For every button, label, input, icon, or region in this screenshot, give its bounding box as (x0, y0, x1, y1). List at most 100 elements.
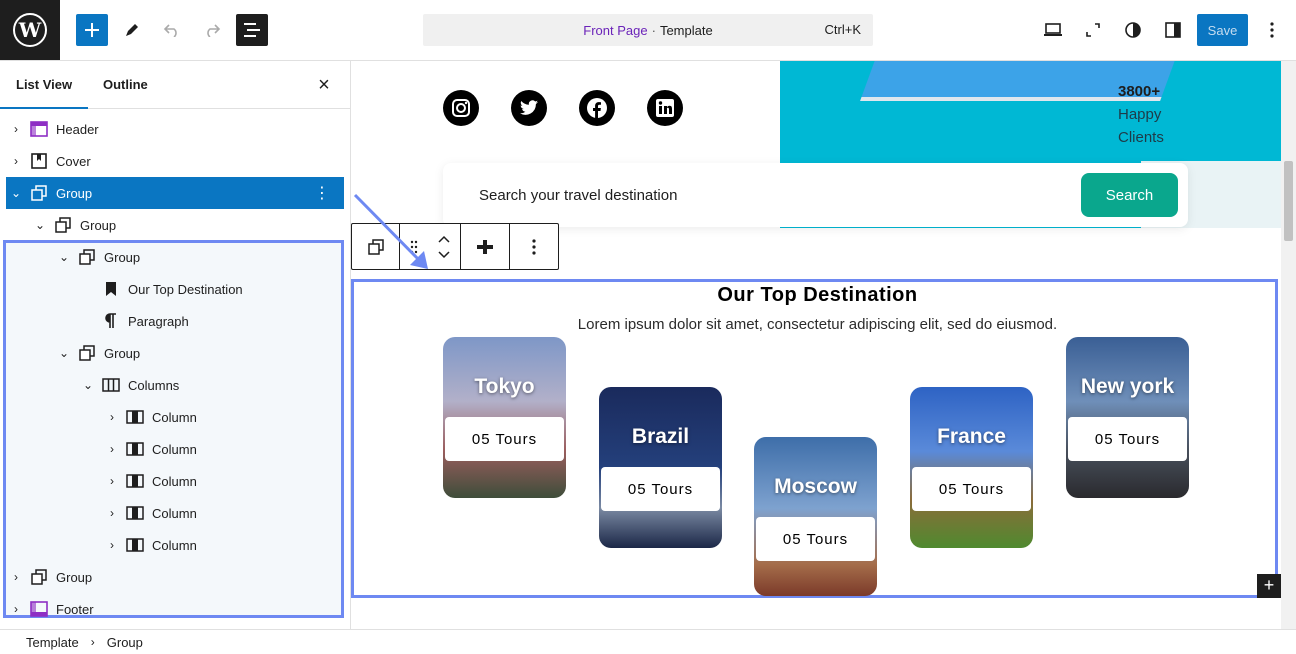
settings-sidebar-icon[interactable] (1157, 14, 1189, 46)
destination-card[interactable]: Brazil 05 Tours (599, 387, 722, 548)
add-block-button[interactable] (76, 14, 108, 46)
list-item-label: Header (56, 121, 99, 137)
instagram-icon[interactable] (443, 90, 479, 126)
title-separator: · (651, 22, 656, 38)
list-item-group[interactable]: ⌄ Group (0, 209, 350, 241)
list-item-header[interactable]: › Header (0, 113, 350, 145)
destination-card[interactable]: New york 05 Tours (1066, 337, 1189, 498)
list-item-label: Footer (56, 601, 94, 617)
facebook-icon[interactable] (579, 90, 615, 126)
paragraph-icon (102, 312, 120, 330)
list-item-group-selected[interactable]: ⌄ Group ⋮ (6, 177, 344, 209)
fullscreen-icon[interactable] (1077, 14, 1109, 46)
chevron-right-icon[interactable]: › (8, 154, 24, 168)
canvas-scrollbar[interactable] (1281, 61, 1296, 629)
column-icon (126, 504, 144, 522)
destination-card[interactable]: Moscow 05 Tours (754, 437, 877, 596)
tab-list-view[interactable]: List View (0, 61, 89, 109)
redo-icon[interactable] (196, 14, 228, 46)
template-type: Template (659, 22, 713, 38)
chevron-right-icon[interactable]: › (8, 602, 24, 616)
block-more-options-icon[interactable] (510, 224, 558, 269)
list-item-cover[interactable]: › Cover (0, 145, 350, 177)
annotation-arrow-icon (353, 193, 428, 269)
chevron-right-icon[interactable]: › (104, 506, 120, 520)
card-tours: 05 Tours (756, 517, 875, 561)
command-palette-bar[interactable]: Front Page · Template Ctrl+K (423, 14, 873, 46)
list-item-label: Column (152, 473, 197, 489)
list-item-label: Column (152, 537, 197, 553)
card-tours: 05 Tours (601, 467, 720, 511)
editor-header: W Front Page · Template Ctrl+K Save (0, 0, 1296, 61)
twitter-icon[interactable] (511, 90, 547, 126)
search-input[interactable]: Search your travel destination (479, 187, 677, 204)
close-icon[interactable]: × (314, 75, 334, 95)
column-icon (126, 408, 144, 426)
card-tours: 05 Tours (445, 417, 564, 461)
column-icon (126, 472, 144, 490)
card-city: France (937, 425, 1006, 448)
editor-canvas: 3800+ Happy Clients Search your travel d… (351, 61, 1281, 629)
search-button[interactable]: Search (1081, 173, 1178, 217)
group-icon (78, 344, 96, 362)
column-icon (126, 536, 144, 554)
linkedin-icon[interactable] (647, 90, 683, 126)
chevron-right-icon[interactable]: › (104, 442, 120, 456)
undo-icon[interactable] (156, 14, 188, 46)
save-button[interactable]: Save (1197, 14, 1248, 46)
list-item-label: Group (80, 217, 117, 233)
list-item-footer[interactable]: › Footer (0, 593, 350, 625)
list-item-column[interactable]: › Column (0, 497, 350, 529)
list-item-label: Column (152, 409, 197, 425)
edit-tool-icon[interactable] (116, 14, 148, 46)
desktop-preview-icon[interactable] (1037, 14, 1069, 46)
tab-outline[interactable]: Outline (87, 61, 164, 109)
destination-card[interactable]: Tokyo 05 Tours (443, 337, 566, 498)
sidebar-tabs: List View Outline × (0, 61, 350, 109)
block-options-icon[interactable]: ⋮ (314, 183, 330, 203)
card-city: Brazil (631, 425, 690, 448)
list-item-paragraph[interactable]: Paragraph (0, 305, 350, 337)
list-item-column[interactable]: › Column (0, 529, 350, 561)
group-icon (54, 216, 72, 234)
block-appender-button[interactable]: + (1257, 574, 1281, 598)
chevron-down-icon[interactable]: ⌄ (80, 378, 96, 392)
chevron-right-icon[interactable]: › (104, 474, 120, 488)
command-shortcut: Ctrl+K (824, 22, 861, 37)
list-item-columns[interactable]: ⌄ Columns (0, 369, 350, 401)
chevron-down-icon[interactable]: ⌄ (56, 346, 72, 360)
style-contrast-icon[interactable] (1117, 14, 1149, 46)
selected-group-block[interactable]: Our Top Destination Lorem ipsum dolor si… (351, 279, 1278, 598)
list-item-column[interactable]: › Column (0, 433, 350, 465)
list-item-label: Group (56, 569, 93, 585)
search-card: Search your travel destination Search (443, 163, 1188, 227)
scrollbar-thumb[interactable] (1284, 161, 1293, 241)
list-item-group[interactable]: ⌄ Group (0, 241, 350, 273)
list-item-column[interactable]: › Column (0, 401, 350, 433)
align-control-icon[interactable] (461, 224, 510, 269)
list-item-label: Group (104, 249, 141, 265)
list-item-heading[interactable]: Our Top Destination (0, 273, 350, 305)
list-item-column[interactable]: › Column (0, 465, 350, 497)
chevron-right-icon[interactable]: › (8, 122, 24, 136)
list-item-group[interactable]: › Group (0, 561, 350, 593)
chevron-right-icon[interactable]: › (104, 538, 120, 552)
wordpress-logo-icon[interactable]: W (0, 0, 60, 60)
document-overview-icon[interactable] (236, 14, 268, 46)
breadcrumb-group[interactable]: Group (107, 635, 143, 650)
chevron-right-icon[interactable]: › (8, 570, 24, 584)
chevron-right-icon[interactable]: › (104, 410, 120, 424)
chevron-down-icon[interactable]: ⌄ (56, 250, 72, 264)
options-more-icon[interactable] (1256, 14, 1288, 46)
breadcrumb-template[interactable]: Template (26, 635, 79, 650)
list-item-label: Group (104, 345, 141, 361)
list-item-label: Column (152, 505, 197, 521)
stat-label: Happy Clients (1118, 106, 1164, 146)
list-item-label: Columns (128, 377, 180, 393)
chevron-down-icon[interactable]: ⌄ (8, 186, 24, 200)
list-item-group[interactable]: ⌄ Group (0, 337, 350, 369)
section-heading: Our Top Destination (717, 284, 918, 306)
template-title: Front Page (583, 22, 648, 38)
destination-card[interactable]: France 05 Tours (910, 387, 1033, 548)
chevron-down-icon[interactable]: ⌄ (32, 218, 48, 232)
